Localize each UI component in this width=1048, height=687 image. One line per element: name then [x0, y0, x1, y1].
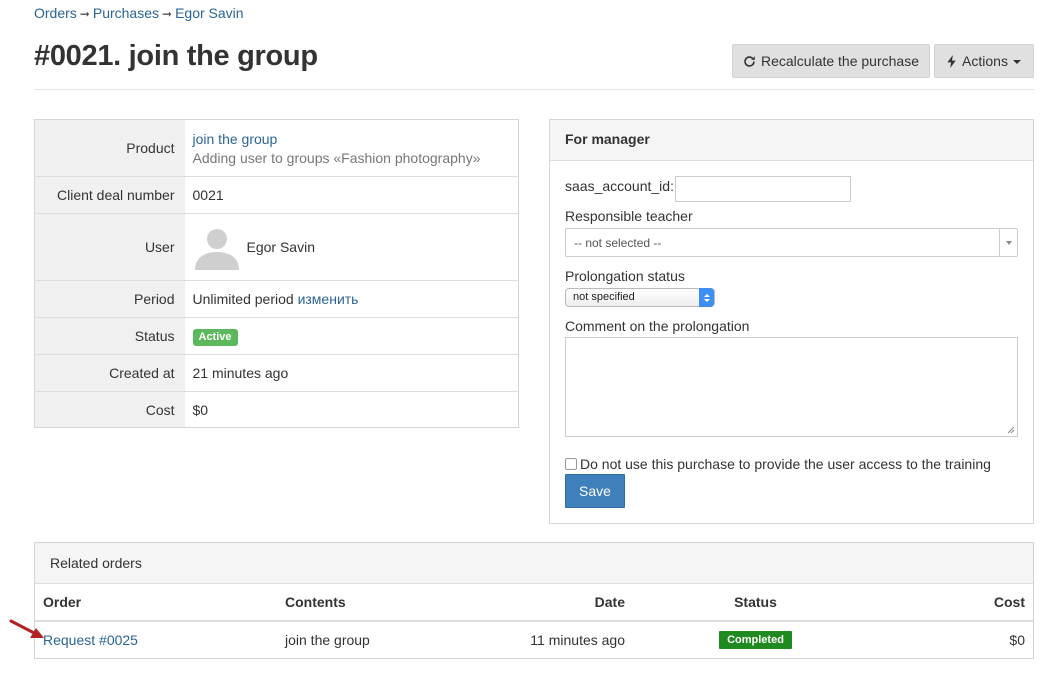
related-orders-heading: Related orders: [35, 543, 1033, 584]
lightning-icon: [947, 54, 956, 68]
info-row-created: Created at 21 minutes ago: [34, 354, 519, 392]
period-value: Unlimited period: [192, 291, 294, 307]
prolongation-status-value: not specified: [573, 291, 635, 303]
product-link[interactable]: join the group: [193, 131, 278, 147]
recalculate-button[interactable]: Recalculate the purchase: [732, 44, 930, 78]
saas-account-input[interactable]: [675, 176, 851, 202]
info-row-cost: Cost $0: [34, 391, 519, 428]
column-header-date: Date: [477, 584, 633, 622]
deal-label: Client deal number: [34, 176, 185, 214]
breadcrumb: Orders ➞ Purchases ➞ Egor Savin: [34, 5, 244, 21]
prolongation-status-label: Prolongation status: [565, 268, 685, 284]
breadcrumb-orders[interactable]: Orders: [34, 5, 77, 21]
refresh-icon: [744, 55, 755, 67]
created-label: Created at: [34, 354, 185, 392]
product-cell: join the group Adding user to groups «Fa…: [184, 119, 519, 177]
period-label: Period: [34, 280, 185, 318]
responsible-teacher-select[interactable]: -- not selected --: [565, 228, 1018, 257]
user-name: Egor Savin: [246, 239, 315, 255]
actions-label: Actions: [962, 53, 1008, 69]
info-row-user: User Egor Savin: [34, 213, 519, 281]
order-link[interactable]: Request #0025: [43, 632, 138, 648]
period-change-link[interactable]: изменить: [298, 291, 359, 307]
info-row-product: Product join the group Adding user to gr…: [34, 119, 519, 177]
info-row-deal: Client deal number 0021: [34, 176, 519, 214]
column-header-contents: Contents: [277, 584, 477, 622]
status-label: Status: [34, 317, 185, 355]
save-button[interactable]: Save: [565, 474, 625, 508]
related-orders-panel: Related orders Order Contents Date Statu…: [34, 542, 1034, 659]
page-title: #0021. join the group: [34, 40, 318, 72]
breadcrumb-user[interactable]: Egor Savin: [175, 5, 243, 21]
avatar-placeholder-icon: [194, 229, 239, 270]
info-row-status: Status Active: [34, 317, 519, 355]
user-label: User: [34, 213, 185, 281]
comment-label: Comment on the prolongation: [565, 318, 750, 334]
comment-textarea[interactable]: [565, 337, 1018, 437]
info-row-period: Period Unlimited period изменить: [34, 280, 519, 318]
table-header-row: Order Contents Date Status Cost: [35, 584, 1033, 622]
actions-dropdown-button[interactable]: Actions: [934, 44, 1034, 78]
header-divider: [34, 89, 1034, 90]
resize-handle-icon[interactable]: [1007, 426, 1015, 434]
related-orders-table: Order Contents Date Status Cost Request …: [35, 584, 1033, 657]
purchase-info-table: Product join the group Adding user to gr…: [34, 119, 519, 428]
breadcrumb-purchases[interactable]: Purchases: [93, 5, 159, 21]
annotation-arrow-icon: [9, 619, 44, 638]
cost-label: Cost: [34, 391, 185, 428]
saas-account-label: saas_account_id:: [565, 178, 674, 194]
status-cell: Active: [184, 317, 519, 355]
order-status-badge: Completed: [719, 631, 792, 649]
period-cell: Unlimited period изменить: [184, 280, 519, 318]
breadcrumb-arrow-icon: ➞: [162, 7, 173, 21]
manager-panel-heading: For manager: [550, 120, 1033, 161]
column-header-status: Status: [633, 584, 878, 622]
user-cell: Egor Savin: [184, 213, 519, 281]
column-header-cost: Cost: [878, 584, 1033, 622]
cost-value: $0: [184, 391, 519, 428]
order-contents: join the group: [285, 631, 370, 648]
deal-value: 0021: [184, 176, 519, 214]
responsible-teacher-label: Responsible teacher: [565, 208, 693, 224]
breadcrumb-arrow-icon: ➞: [79, 7, 90, 21]
order-date: 11 minutes ago: [530, 631, 625, 648]
product-description: Adding user to groups «Fashion photograp…: [192, 149, 481, 166]
column-header-order: Order: [35, 584, 277, 622]
no-access-checkbox-row[interactable]: Do not use this purchase to provide the …: [565, 456, 991, 472]
recalculate-label: Recalculate the purchase: [761, 53, 919, 69]
status-badge: Active: [192, 328, 238, 346]
created-value: 21 minutes ago: [184, 354, 519, 392]
order-cost: $0: [1009, 631, 1025, 648]
prolongation-status-select[interactable]: not specified: [565, 288, 715, 307]
no-access-checkbox[interactable]: [565, 458, 577, 470]
responsible-teacher-value: -- not selected --: [574, 236, 662, 250]
no-access-checkbox-label: Do not use this purchase to provide the …: [580, 456, 991, 472]
table-row: Request #0025 join the group 11 minutes …: [35, 621, 1033, 657]
dropdown-arrow-icon: [999, 229, 1017, 256]
manager-panel: For manager saas_account_id: Responsible…: [549, 119, 1034, 524]
product-label: Product: [34, 119, 185, 177]
select-stepper-icon: [699, 288, 714, 307]
caret-down-icon: [1012, 60, 1021, 64]
